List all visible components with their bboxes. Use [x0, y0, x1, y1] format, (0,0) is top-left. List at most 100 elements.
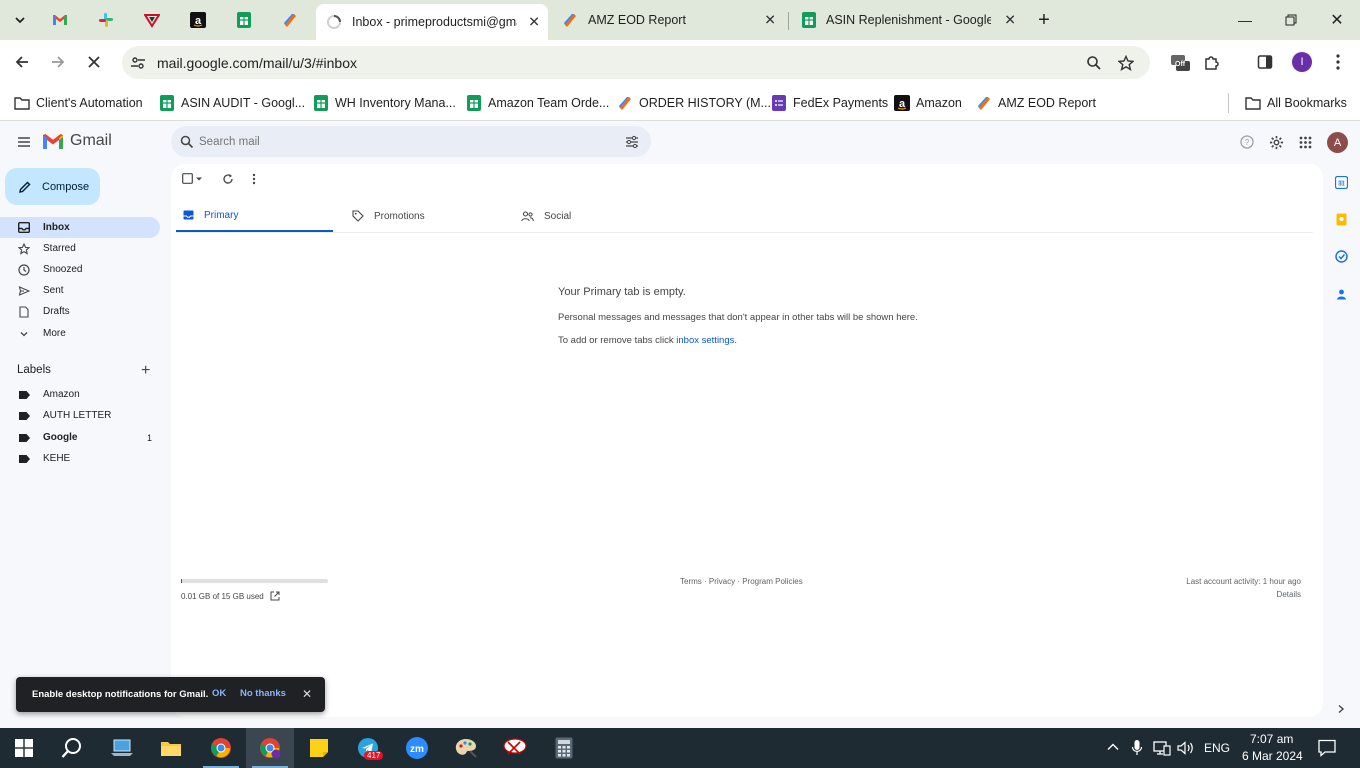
- refresh-button[interactable]: [222, 173, 234, 185]
- bookmark-asin-audit[interactable]: ASIN AUDIT - Googl...: [159, 92, 305, 114]
- label-item-kehe[interactable]: KEHE: [0, 448, 160, 469]
- bookmark-amazon[interactable]: a Amazon: [894, 92, 962, 114]
- tasks-side-button[interactable]: [1335, 250, 1348, 263]
- close-tab-icon[interactable]: ✕: [528, 14, 540, 31]
- restore-button[interactable]: [1279, 8, 1303, 32]
- address-bar[interactable]: mail.google.com/mail/u/3/#inbox: [122, 46, 1150, 79]
- clock-date[interactable]: 6 Mar 2024: [1242, 749, 1303, 763]
- google-apps-button[interactable]: [1295, 132, 1315, 152]
- taskbar-search-button[interactable]: [48, 728, 96, 768]
- taskbar-sticky-notes[interactable]: [295, 728, 343, 768]
- bookmark-star-button[interactable]: [1114, 51, 1138, 75]
- close-tab-icon[interactable]: ✕: [1004, 12, 1016, 29]
- pinned-tab-amazon[interactable]: a: [184, 5, 212, 35]
- close-tab-icon[interactable]: ✕: [764, 12, 776, 29]
- account-avatar[interactable]: A: [1327, 132, 1348, 153]
- taskbar-telegram[interactable]: 417: [344, 728, 392, 768]
- taskbar-paint[interactable]: [442, 728, 490, 768]
- bookmark-amz-eod-report[interactable]: AMZ EOD Report: [976, 92, 1096, 114]
- browser-menu-button[interactable]: [1326, 50, 1350, 74]
- bookmark-label: ORDER HISTORY (M...: [639, 96, 771, 110]
- nav-item-inbox[interactable]: Inbox: [0, 217, 160, 238]
- side-panel-button[interactable]: [1253, 50, 1277, 74]
- pinned-tab-zapier[interactable]: [276, 5, 304, 35]
- pinned-tab-app[interactable]: [138, 5, 166, 35]
- extension-off-button[interactable]: Off: [1168, 50, 1192, 74]
- compose-button[interactable]: Compose: [5, 168, 100, 205]
- storage-usage-bar: [181, 579, 328, 583]
- volume-button[interactable]: [1177, 740, 1195, 756]
- snackbar-no-thanks-button[interactable]: No thanks: [240, 688, 286, 699]
- action-center-button[interactable]: [1318, 739, 1336, 757]
- taskbar-laptop-app[interactable]: [98, 728, 146, 768]
- new-tab-button[interactable]: +: [1032, 8, 1056, 32]
- create-label-button[interactable]: +: [141, 362, 150, 380]
- taskbar-chrome-1[interactable]: [197, 728, 245, 768]
- bookmark-order-history[interactable]: ORDER HISTORY (M...: [617, 92, 771, 114]
- profile-button[interactable]: I: [1290, 50, 1314, 74]
- back-button[interactable]: [10, 50, 34, 74]
- main-menu-button[interactable]: [14, 132, 34, 152]
- tab-amz-eod-report[interactable]: AMZ EOD Report ✕: [552, 5, 784, 35]
- tab-asin-replenishment[interactable]: ASIN Replenishment - Google Sheets ✕: [792, 5, 1024, 35]
- forward-button[interactable]: [46, 50, 70, 74]
- show-side-panel-button[interactable]: [1336, 704, 1346, 714]
- nav-item-drafts[interactable]: Drafts: [0, 301, 160, 322]
- start-button[interactable]: [0, 728, 48, 768]
- label-item-auth-letter[interactable]: AUTH LETTER: [0, 405, 160, 426]
- input-language[interactable]: ENG: [1204, 741, 1230, 755]
- search-input[interactable]: [199, 132, 599, 152]
- snackbar-ok-button[interactable]: OK: [212, 688, 226, 699]
- pinned-tab-slack[interactable]: [92, 5, 120, 35]
- pinned-tab-sheets[interactable]: [230, 5, 258, 35]
- tab-inbox[interactable]: Inbox - primeproductsmi@gmail.com ✕: [316, 4, 548, 40]
- network-button[interactable]: [1153, 740, 1171, 756]
- nav-label: Snoozed: [43, 264, 83, 275]
- nav-item-snoozed[interactable]: Snoozed: [0, 259, 160, 280]
- pinned-tab-gmail[interactable]: [46, 5, 74, 35]
- extensions-button[interactable]: [1200, 50, 1224, 74]
- bookmark-fedex-payments[interactable]: FedEx Payments: [771, 92, 888, 114]
- bookmark-clients-automation[interactable]: Client's Automation: [14, 92, 143, 114]
- stop-loading-button[interactable]: [82, 50, 106, 74]
- bookmark-wh-inventory[interactable]: WH Inventory Mana...: [313, 92, 456, 114]
- activity-details-link[interactable]: Details: [1277, 590, 1301, 599]
- open-in-new-icon[interactable]: [270, 591, 280, 601]
- tray-overflow-button[interactable]: [1106, 740, 1120, 754]
- label-item-amazon[interactable]: Amazon: [0, 384, 160, 405]
- snackbar-close-icon[interactable]: ✕: [302, 687, 312, 701]
- minimize-button[interactable]: —: [1233, 8, 1257, 32]
- taskbar-chrome-2[interactable]: [246, 728, 294, 768]
- bookmark-amazon-team-orders[interactable]: Amazon Team Orde...: [466, 92, 609, 114]
- select-checkbox-dropdown[interactable]: [182, 173, 203, 184]
- tab-social[interactable]: Social: [514, 200, 671, 232]
- tab-promotions[interactable]: Promotions: [345, 200, 502, 232]
- label-item-google[interactable]: Google 1: [0, 427, 160, 448]
- microphone-button[interactable]: [1131, 739, 1143, 757]
- bookmark-all-bookmarks[interactable]: All Bookmarks: [1245, 92, 1347, 114]
- clock-time[interactable]: 7:07 am: [1250, 732, 1293, 746]
- bookmarks-divider: [1228, 93, 1229, 113]
- calendar-side-button[interactable]: 31: [1335, 176, 1348, 189]
- telegram-unread-badge: 417: [364, 751, 384, 760]
- search-bar[interactable]: [171, 126, 651, 157]
- close-window-button[interactable]: ✕: [1325, 8, 1349, 32]
- zoom-button[interactable]: [1082, 51, 1106, 75]
- nav-item-sent[interactable]: Sent: [0, 280, 160, 301]
- taskbar-calculator[interactable]: [540, 728, 588, 768]
- inbox-settings-link[interactable]: inbox settings: [676, 335, 734, 346]
- support-button[interactable]: ?: [1237, 132, 1257, 152]
- nav-item-more[interactable]: More: [0, 323, 160, 344]
- tab-search-button[interactable]: [8, 8, 32, 32]
- nav-item-starred[interactable]: Starred: [0, 238, 160, 259]
- tab-primary[interactable]: Primary: [176, 200, 333, 232]
- taskbar-zoom[interactable]: zm: [393, 728, 441, 768]
- taskbar-file-explorer[interactable]: [147, 728, 195, 768]
- more-actions-button[interactable]: [252, 173, 256, 185]
- keep-side-button[interactable]: [1335, 213, 1348, 226]
- settings-button[interactable]: [1266, 132, 1286, 152]
- contacts-side-button[interactable]: [1335, 288, 1348, 301]
- taskbar-snipping-tool[interactable]: [491, 728, 539, 768]
- footer-links[interactable]: Terms · Privacy · Program Policies: [680, 577, 803, 586]
- gmail-logo[interactable]: Gmail: [42, 132, 112, 150]
